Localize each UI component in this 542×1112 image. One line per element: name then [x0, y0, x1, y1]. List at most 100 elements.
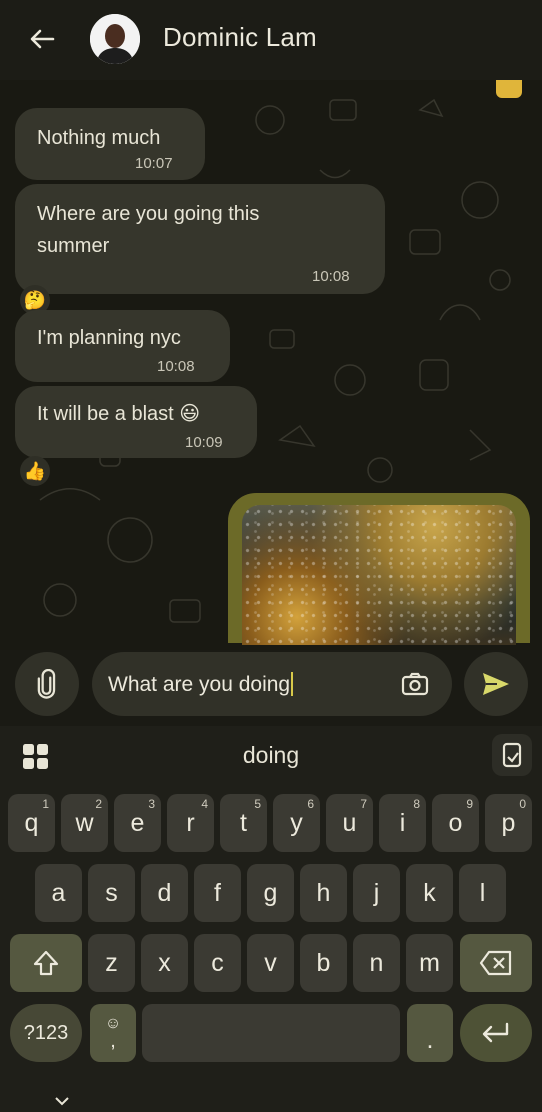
key-label: l [479, 878, 486, 907]
key-b[interactable]: b [300, 934, 347, 992]
key-label: k [423, 878, 436, 907]
key-label: h [316, 878, 331, 907]
back-button[interactable] [22, 22, 62, 56]
key-n[interactable]: n [353, 934, 400, 992]
key-label: y [290, 808, 303, 837]
enter-key[interactable] [460, 1004, 532, 1062]
paperclip-icon [37, 669, 56, 699]
sticker-icon [496, 80, 522, 98]
message-list[interactable]: Nothing much 10:07 Where are you going t… [0, 80, 542, 650]
key-label: t [240, 808, 247, 837]
suggestion-word[interactable]: doing [0, 742, 542, 769]
key-label: j [373, 878, 380, 907]
key-label: a [51, 878, 66, 907]
key-s[interactable]: s [88, 864, 135, 922]
message-bubble[interactable]: Nothing much 10:07 [15, 108, 205, 180]
period-label: . [426, 1025, 434, 1054]
clipboard-icon [502, 742, 522, 768]
contact-name[interactable]: Dominic Lam [163, 22, 317, 53]
attach-button[interactable] [15, 652, 79, 716]
period-key[interactable]: . [407, 1004, 453, 1062]
shift-key[interactable] [10, 934, 82, 992]
key-label: w [75, 808, 94, 837]
key-hint: 8 [413, 797, 420, 811]
key-w[interactable]: w2 [61, 794, 108, 852]
avatar[interactable] [90, 14, 140, 64]
key-t[interactable]: t5 [220, 794, 267, 852]
key-g[interactable]: g [247, 864, 294, 922]
key-e[interactable]: e3 [114, 794, 161, 852]
key-hint: 0 [519, 797, 526, 811]
key-a[interactable]: a [35, 864, 82, 922]
key-label: x [158, 948, 171, 977]
suggestion-strip: doing [0, 726, 542, 784]
key-hint: 9 [466, 797, 473, 811]
key-m[interactable]: m [406, 934, 453, 992]
key-k[interactable]: k [406, 864, 453, 922]
key-label: m [419, 948, 440, 977]
key-d[interactable]: d [141, 864, 188, 922]
message-text: It will be a blast 😃 [37, 403, 201, 425]
key-hint: 7 [360, 797, 367, 811]
keyboard: doing q1w2e3r4t5y6u7i8o9p0asdfghjklzxcvb… [0, 726, 542, 1112]
send-icon [483, 673, 509, 695]
key-y[interactable]: y6 [273, 794, 320, 852]
message-bubble[interactable]: Where are you going this summer 10:08 [15, 184, 385, 294]
message-text: Nothing much [37, 127, 161, 149]
key-z[interactable]: z [88, 934, 135, 992]
key-label: f [214, 878, 221, 907]
outgoing-image-message[interactable] [228, 493, 530, 645]
key-p[interactable]: p0 [485, 794, 532, 852]
key-x[interactable]: x [141, 934, 188, 992]
message-bubble[interactable]: It will be a blast 😃 10:09 [15, 386, 257, 458]
key-label: v [264, 948, 277, 977]
key-label: g [263, 878, 278, 907]
send-button[interactable] [464, 652, 528, 716]
message-bubble[interactable]: I'm planning nyc 10:08 [15, 310, 230, 382]
backspace-key[interactable] [460, 934, 532, 992]
shift-icon [33, 950, 59, 976]
key-h[interactable]: h [300, 864, 347, 922]
key-label: u [342, 808, 357, 837]
key-label: o [448, 808, 463, 837]
key-l[interactable]: l [459, 864, 506, 922]
message-time: 10:09 [185, 434, 223, 451]
emoji-comma-key[interactable]: ☺ , [90, 1004, 136, 1062]
message-text: I'm planning nyc [37, 327, 181, 349]
space-key[interactable] [142, 1004, 400, 1062]
key-label: r [186, 808, 195, 837]
key-label: b [316, 948, 331, 977]
key-hint: 2 [95, 797, 102, 811]
key-hint: 6 [307, 797, 314, 811]
key-hint: 5 [254, 797, 261, 811]
key-r[interactable]: r4 [167, 794, 214, 852]
key-c[interactable]: c [194, 934, 241, 992]
key-label: z [105, 948, 118, 977]
key-f[interactable]: f [194, 864, 241, 922]
message-text-line: summer [37, 235, 110, 257]
key-i[interactable]: i8 [379, 794, 426, 852]
message-input-text: What are you doing [108, 672, 294, 697]
photo-thumbnail[interactable] [242, 505, 516, 645]
chat-header: Dominic Lam [0, 0, 542, 80]
key-j[interactable]: j [353, 864, 400, 922]
key-q[interactable]: q1 [8, 794, 55, 852]
message-time: 10:08 [157, 358, 195, 375]
key-label: n [369, 948, 384, 977]
message-text-line: Where are you going this [37, 203, 260, 225]
key-u[interactable]: u7 [326, 794, 373, 852]
reaction-badge[interactable]: 👍 [20, 456, 50, 486]
symbols-key[interactable]: ?123 [10, 1004, 82, 1062]
key-label: q [24, 808, 39, 837]
comma-label: , [110, 1030, 116, 1052]
message-time: 10:08 [312, 268, 350, 285]
key-v[interactable]: v [247, 934, 294, 992]
key-label: e [130, 808, 145, 837]
camera-icon[interactable] [400, 669, 430, 699]
chevron-down-icon[interactable] [54, 1096, 70, 1106]
message-input[interactable]: What are you doing [92, 652, 452, 716]
key-label: c [211, 948, 224, 977]
clipboard-button[interactable] [492, 734, 532, 776]
key-o[interactable]: o9 [432, 794, 479, 852]
backspace-icon [479, 950, 512, 976]
